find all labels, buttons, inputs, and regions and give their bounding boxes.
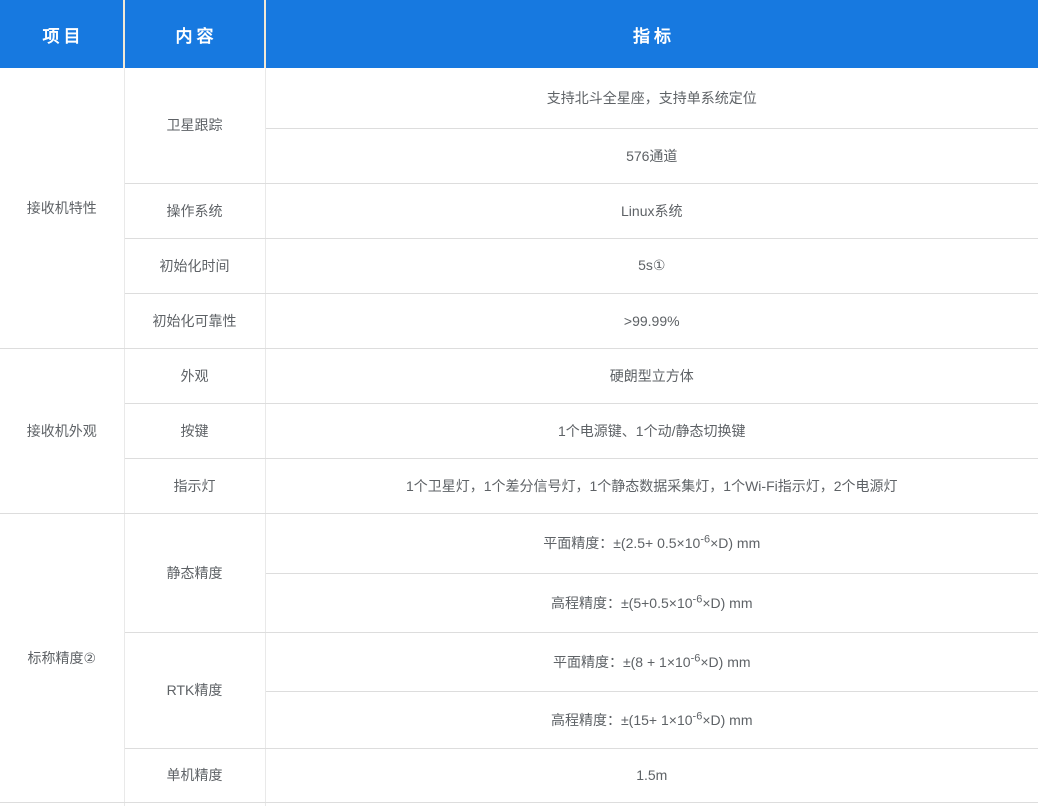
table-header-row: 项目 内容 指标 <box>0 0 1038 68</box>
content-cell-static-accuracy: 静态精度 <box>124 513 265 632</box>
table-row: 标称精度② 静态精度 平面精度：±(2.5+ 0.5×10-6×D) mm <box>0 513 1038 573</box>
spec-cell-indicator-lights: 1个卫星灯，1个差分信号灯，1个静态数据采集灯，1个Wi-Fi指示灯，2个电源灯 <box>265 458 1038 513</box>
group-label-receiver-appearance: 接收机外观 <box>0 348 124 513</box>
spec-cell-init-reliability: >99.99% <box>265 293 1038 348</box>
content-cell-os: 操作系统 <box>124 183 265 238</box>
spec-cell-rtk-plane-accuracy: 平面精度：±(8 + 1×10-6×D) mm <box>265 632 1038 691</box>
table-row: 按键 1个电源键、1个动/静态切换键 <box>0 403 1038 458</box>
content-cell-rtk-accuracy: RTK精度 <box>124 632 265 748</box>
table-row: RTK精度 平面精度：±(8 + 1×10-6×D) mm <box>0 632 1038 691</box>
empty-cell <box>124 802 265 806</box>
content-cell-indicator-lights: 指示灯 <box>124 458 265 513</box>
table-row: 接收机特性 卫星跟踪 支持北斗全星座，支持单系统定位 <box>0 68 1038 128</box>
group-label-nominal-accuracy: 标称精度② <box>0 513 124 802</box>
spec-cell-appearance: 硬朗型立方体 <box>265 348 1038 403</box>
receiver-spec-table: 项目 内容 指标 接收机特性 卫星跟踪 支持北斗全星座，支持单系统定位 576通… <box>0 0 1038 806</box>
table-row: 操作系统 Linux系统 <box>0 183 1038 238</box>
empty-cell <box>0 802 124 806</box>
content-cell-satellite-tracking: 卫星跟踪 <box>124 68 265 183</box>
content-cell-init-reliability: 初始化可靠性 <box>124 293 265 348</box>
table-row: 接收机外观 外观 硬朗型立方体 <box>0 348 1038 403</box>
content-cell-init-time: 初始化时间 <box>124 238 265 293</box>
spec-cell-static-plane-accuracy: 平面精度：±(2.5+ 0.5×10-6×D) mm <box>265 513 1038 573</box>
spec-cell-buttons: 1个电源键、1个动/静态切换键 <box>265 403 1038 458</box>
header-cell-spec: 指标 <box>265 0 1038 68</box>
spec-cell-constellation: 支持北斗全星座，支持单系统定位 <box>265 68 1038 128</box>
spec-cell-init-time: 5s① <box>265 238 1038 293</box>
table-row: 初始化可靠性 >99.99% <box>0 293 1038 348</box>
header-cell-item: 项目 <box>0 0 124 68</box>
content-cell-buttons: 按键 <box>124 403 265 458</box>
group-label-receiver-features: 接收机特性 <box>0 68 124 348</box>
empty-cell <box>265 802 1038 806</box>
spec-cell-static-height-accuracy: 高程精度：±(5+0.5×10-6×D) mm <box>265 573 1038 632</box>
table-row-partial <box>0 802 1038 806</box>
spec-cell-os: Linux系统 <box>265 183 1038 238</box>
spec-page: 项目 内容 指标 接收机特性 卫星跟踪 支持北斗全星座，支持单系统定位 576通… <box>0 0 1038 806</box>
table-row: 单机精度 1.5m <box>0 748 1038 802</box>
table-row: 指示灯 1个卫星灯，1个差分信号灯，1个静态数据采集灯，1个Wi-Fi指示灯，2… <box>0 458 1038 513</box>
table-row: 初始化时间 5s① <box>0 238 1038 293</box>
content-cell-standalone-accuracy: 单机精度 <box>124 748 265 802</box>
spec-cell-rtk-height-accuracy: 高程精度：±(15+ 1×10-6×D) mm <box>265 691 1038 748</box>
content-cell-appearance: 外观 <box>124 348 265 403</box>
spec-cell-standalone-accuracy: 1.5m <box>265 748 1038 802</box>
header-cell-content: 内容 <box>124 0 265 68</box>
spec-cell-channels: 576通道 <box>265 128 1038 183</box>
